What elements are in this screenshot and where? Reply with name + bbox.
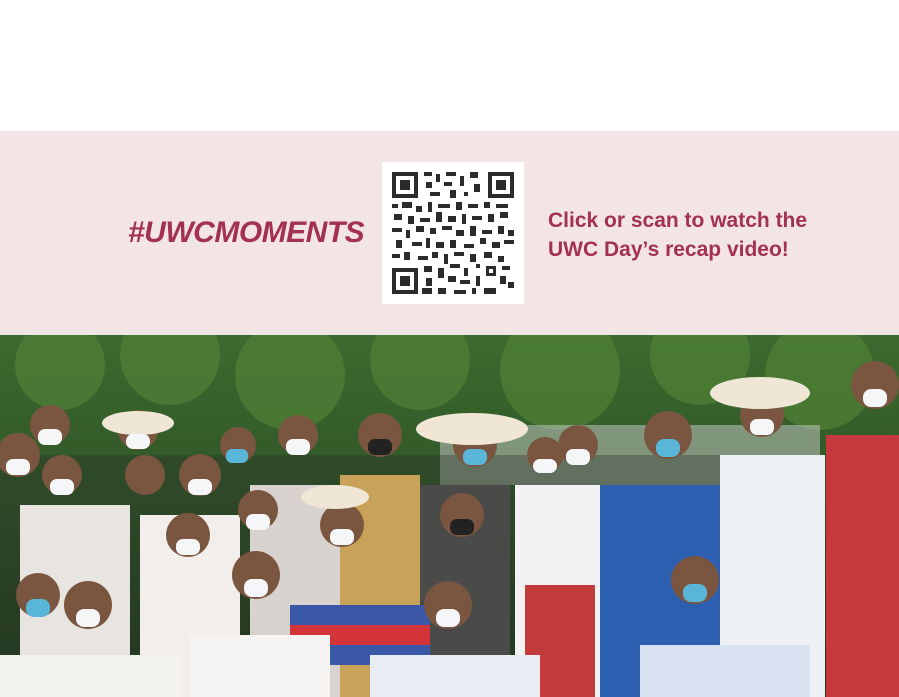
qr-code-icon: [392, 172, 514, 294]
cta-line-1: Click or scan to watch the: [548, 209, 808, 232]
group-photo: [0, 335, 899, 697]
recap-video-link[interactable]: Click or scan to watch the UWC Day’s rec…: [548, 206, 848, 264]
qr-code-link[interactable]: [382, 162, 524, 304]
group-photo-image: [0, 335, 899, 697]
cta-line-2: UWC Day’s recap video!: [548, 238, 789, 261]
hashtag-uwcmoments: #UWCMOMENTS: [128, 216, 365, 249]
